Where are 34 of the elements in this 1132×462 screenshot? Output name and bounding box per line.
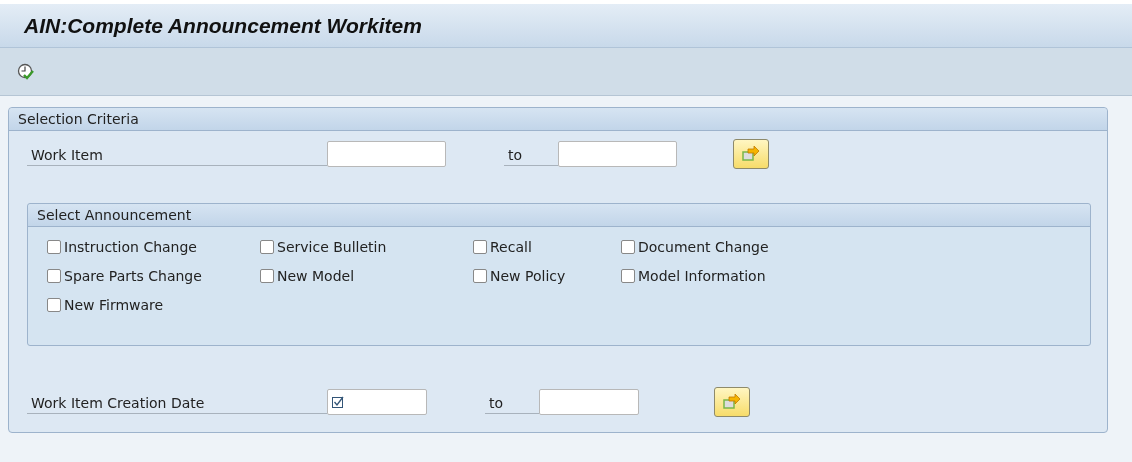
- checkbox[interactable]: [260, 240, 274, 254]
- checkbox-label[interactable]: Spare Parts Change: [64, 268, 202, 284]
- input-field[interactable]: [327, 141, 446, 167]
- checkbox[interactable]: [260, 269, 274, 283]
- checkbox[interactable]: [621, 240, 635, 254]
- panel-title: Select Announcement: [37, 207, 192, 223]
- checkbox-label[interactable]: Recall: [490, 239, 532, 255]
- checkbox-label[interactable]: Document Change: [638, 239, 769, 255]
- multiple-selection-button[interactable]: [714, 387, 750, 417]
- panel-title: Selection Criteria: [18, 111, 139, 127]
- field-label: Work Item: [27, 142, 327, 166]
- checkbox-label[interactable]: Model Information: [638, 268, 766, 284]
- checkbox[interactable]: [47, 240, 61, 254]
- execute-button[interactable]: [16, 61, 36, 82]
- input-field[interactable]: [327, 389, 427, 415]
- input-field[interactable]: [558, 141, 677, 167]
- clock-check-icon: [17, 62, 35, 81]
- checkbox[interactable]: [473, 240, 487, 254]
- checkbox[interactable]: [621, 269, 635, 283]
- checkbox-label[interactable]: New Firmware: [64, 297, 164, 313]
- checkbox-label[interactable]: Instruction Change: [64, 239, 197, 255]
- checkbox[interactable]: [47, 298, 61, 312]
- required-check-icon: [332, 396, 344, 408]
- checkbox-label[interactable]: Service Bulletin: [277, 239, 387, 255]
- input-field[interactable]: [539, 389, 639, 415]
- checkbox[interactable]: [473, 269, 487, 283]
- arrow-box-icon: [722, 393, 742, 411]
- multiple-selection-button[interactable]: [733, 139, 769, 169]
- checkbox[interactable]: [47, 269, 61, 283]
- field-label: Work Item Creation Date: [27, 390, 327, 414]
- window-title: AIN:Complete Announcement Workitem: [24, 13, 422, 38]
- checkbox-label[interactable]: New Policy: [490, 268, 566, 284]
- arrow-box-icon: [741, 145, 761, 163]
- checkbox-label[interactable]: New Model: [277, 268, 355, 284]
